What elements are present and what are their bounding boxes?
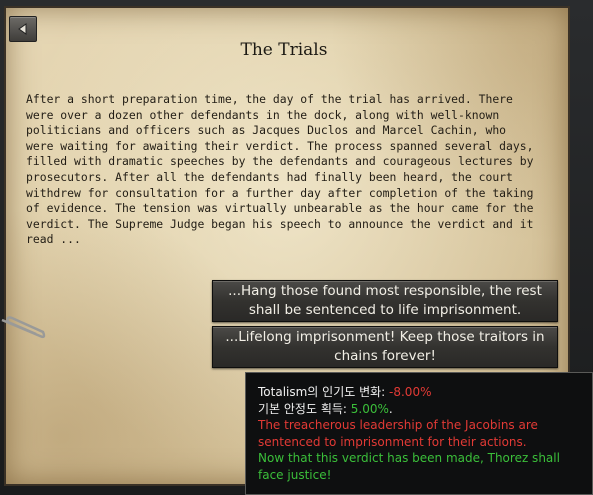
event-option-imprisonment-button[interactable]: ...Lifelong imprisonment! Keep those tra… <box>212 326 558 368</box>
stability-gain-value: 5.00% <box>350 401 389 416</box>
event-description: After a short preparation time, the day … <box>26 92 534 247</box>
event-title: The Trials <box>240 40 328 60</box>
paperclip-icon <box>1 316 46 339</box>
option-effects-tooltip: Totalism의 인기도 변화: -8.00% 기본 안정도 획득: 5.00… <box>245 372 593 495</box>
stability-gain-suffix: . <box>388 401 393 416</box>
event-option-hang-button[interactable]: ...Hang those found most responsible, th… <box>212 280 558 322</box>
stability-gain-line: 기본 안정도 획득: 5.00%. <box>258 401 580 418</box>
popularity-change-label: Totalism의 인기도 변화: <box>258 385 390 399</box>
back-button[interactable] <box>9 16 37 42</box>
event-window: The Trials After a short preparation tim… <box>0 0 593 495</box>
effect-text-green: Now that this verdict has been made, Tho… <box>258 451 560 482</box>
effect-text-red: The treacherous leadership of the Jacobi… <box>258 418 538 449</box>
stability-gain-label: 기본 안정도 획득: <box>258 401 351 416</box>
popularity-change-line: Totalism의 인기도 변화: -8.00% <box>258 384 580 401</box>
arrow-left-icon <box>18 23 27 35</box>
popularity-change-value: -8.00% <box>389 385 432 399</box>
